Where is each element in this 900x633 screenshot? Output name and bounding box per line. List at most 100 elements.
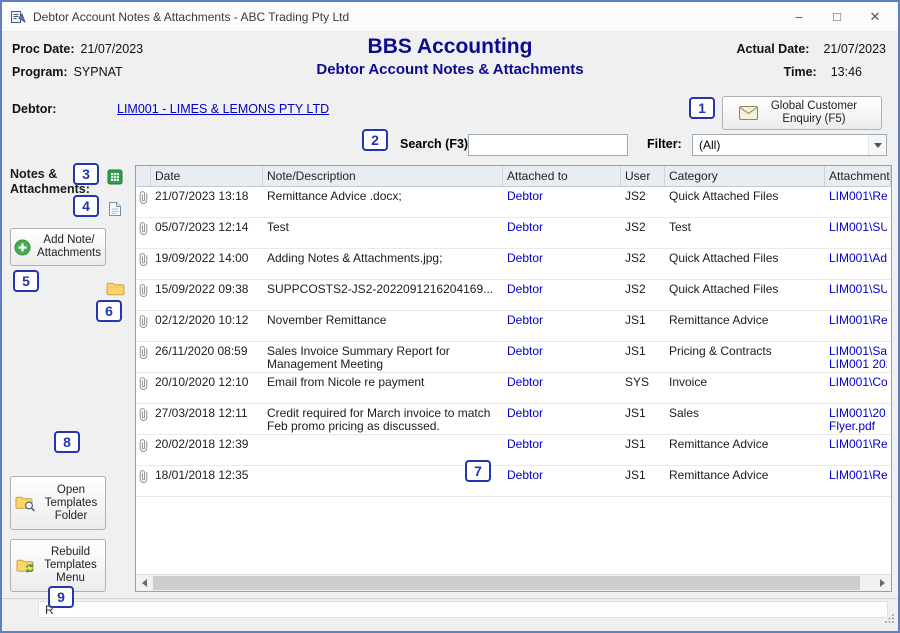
- annotation-6: 6: [96, 300, 122, 322]
- table-row[interactable]: 05/07/2023 12:14 Test Debtor JS2 Test LI…: [136, 218, 891, 249]
- add-note-button[interactable]: Add Note/ Attachments: [10, 228, 106, 266]
- debtor-link[interactable]: LIM001 - LIMES & LEMONS PTY LTD: [117, 102, 329, 116]
- attached-to-link[interactable]: Debtor: [507, 190, 617, 203]
- titlebar[interactable]: Debtor Account Notes & Attachments - ABC…: [2, 2, 898, 32]
- attached-to-link[interactable]: Debtor: [507, 345, 617, 358]
- proc-date-label: Proc Date:: [12, 42, 75, 56]
- attachment-link[interactable]: LIM001\Rem: [829, 314, 887, 327]
- table-row[interactable]: 15/09/2022 09:38 SUPPCOSTS2-JS2-20220912…: [136, 280, 891, 311]
- table-row[interactable]: 21/07/2023 13:18 Remittance Advice .docx…: [136, 187, 891, 218]
- quick-attach-folder-icon[interactable]: [106, 281, 125, 296]
- attachment-link[interactable]: LIM001\Rem: [829, 190, 887, 203]
- table-row[interactable]: 27/03/2018 12:11 Credit required for Mar…: [136, 404, 891, 435]
- rebuild-templates-label: Rebuild Templates Menu: [41, 546, 101, 585]
- column-header-category[interactable]: Category: [665, 166, 825, 186]
- spreadsheet-icon[interactable]: [107, 169, 123, 185]
- scrollbar-thumb[interactable]: [153, 576, 860, 590]
- table-row[interactable]: 02/12/2020 10:12 November Remittance Deb…: [136, 311, 891, 342]
- cell-user: JS1: [621, 404, 665, 434]
- attached-to-link[interactable]: Debtor: [507, 221, 617, 234]
- paperclip-icon: [138, 190, 149, 205]
- cell-date: 19/09/2022 14:00: [151, 249, 263, 279]
- cell-attachment: LIM001\Rem: [825, 187, 891, 217]
- cell-attachment: LIM001\Rem: [825, 311, 891, 341]
- table-row[interactable]: 20/02/2018 12:39 Debtor JS1 Remittance A…: [136, 435, 891, 466]
- cell-attachment: LIM001\SUP: [825, 218, 891, 248]
- paperclip-icon: [138, 438, 149, 453]
- cell-attachment: LIM001\Rem: [825, 466, 891, 496]
- attachment-link[interactable]: LIM001\SUP: [829, 221, 887, 234]
- program-value: SYPNAT: [74, 65, 123, 79]
- column-header-note[interactable]: Note/Description: [263, 166, 503, 186]
- column-header-date[interactable]: Date: [151, 166, 263, 186]
- close-button[interactable]: ✕: [856, 3, 894, 31]
- scroll-right-button[interactable]: [874, 575, 891, 591]
- filter-value: (All): [699, 138, 720, 152]
- cell-category: Remittance Advice: [665, 435, 825, 465]
- attached-to-link[interactable]: Debtor: [507, 314, 617, 327]
- column-header-attachment[interactable]: Attachment: [825, 166, 891, 186]
- actual-date: Actual Date:21/07/2023: [737, 42, 887, 56]
- maximize-button[interactable]: □: [818, 3, 856, 31]
- attached-to-link[interactable]: Debtor: [507, 252, 617, 265]
- folder-search-icon: [15, 495, 36, 512]
- table-row[interactable]: 19/09/2022 14:00 Adding Notes & Attachme…: [136, 249, 891, 280]
- cell-note: Email from Nicole re payment: [263, 373, 503, 403]
- cell-user: JS2: [621, 187, 665, 217]
- cell-category: Quick Attached Files: [665, 280, 825, 310]
- resize-grip[interactable]: [885, 610, 895, 628]
- attachment-link[interactable]: LIM001\Rem: [829, 469, 887, 482]
- attachment-link[interactable]: LIM001\Con: [829, 376, 887, 389]
- rebuild-templates-button[interactable]: Rebuild Templates Menu: [10, 539, 106, 592]
- cell-date: 20/10/2020 12:10: [151, 373, 263, 403]
- attachment-link[interactable]: LIM001\Sale: [829, 345, 887, 358]
- attachment-link[interactable]: LIM001\Rem: [829, 438, 887, 451]
- filter-dropdown[interactable]: (All): [692, 134, 887, 156]
- program-label: Program:: [12, 65, 68, 79]
- chevron-down-icon: [868, 135, 886, 155]
- table-row[interactable]: 26/11/2020 08:59 Sales Invoice Summary R…: [136, 342, 891, 373]
- statusbar: R: [2, 598, 898, 631]
- scroll-left-button[interactable]: [136, 575, 153, 591]
- table-row[interactable]: 18/01/2018 12:35 Debtor JS1 Remittance A…: [136, 466, 891, 497]
- attached-to-link[interactable]: Debtor: [507, 283, 617, 296]
- attachment-link[interactable]: Flyer.pdf: [829, 420, 887, 433]
- document-icon[interactable]: [108, 201, 122, 217]
- debtor-label: Debtor:: [12, 102, 56, 116]
- add-icon: [14, 239, 31, 256]
- minimize-button[interactable]: –: [780, 3, 818, 31]
- cell-date: 18/01/2018 12:35: [151, 466, 263, 496]
- column-header-user[interactable]: User: [621, 166, 665, 186]
- paperclip-icon: [138, 345, 149, 360]
- cell-category: Sales: [665, 404, 825, 434]
- attachment-link[interactable]: LIM001 202: [829, 358, 887, 371]
- cell-date: 15/09/2022 09:38: [151, 280, 263, 310]
- global-enquiry-label: Global Customer Enquiry (F5): [763, 100, 865, 126]
- attached-to-link[interactable]: Debtor: [507, 469, 617, 482]
- attachment-link[interactable]: LIM001\201: [829, 407, 887, 420]
- search-input[interactable]: [468, 134, 628, 156]
- proc-date-value: 21/07/2023: [81, 42, 144, 56]
- open-templates-button[interactable]: Open Templates Folder: [10, 476, 106, 530]
- global-enquiry-button[interactable]: Global Customer Enquiry (F5): [722, 96, 882, 130]
- filter-label: Filter:: [647, 137, 682, 151]
- cell-note: SUPPCOSTS2-JS2-2022091216204169...: [263, 280, 503, 310]
- time-label: Time:: [784, 65, 817, 79]
- attachment-link[interactable]: LIM001\SUP: [829, 283, 887, 296]
- attached-to-link[interactable]: Debtor: [507, 407, 617, 420]
- paperclip-icon: [138, 221, 149, 236]
- attached-to-link[interactable]: Debtor: [507, 376, 617, 389]
- cell-attachment: LIM001\SaleLIM001 202: [825, 342, 891, 372]
- table-row[interactable]: 20/10/2020 12:10 Email from Nicole re pa…: [136, 373, 891, 404]
- attached-to-link[interactable]: Debtor: [507, 438, 617, 451]
- open-templates-label: Open Templates Folder: [41, 484, 101, 523]
- cell-category: Pricing & Contracts: [665, 342, 825, 372]
- column-header-attached-to[interactable]: Attached to: [503, 166, 621, 186]
- window-title: Debtor Account Notes & Attachments - ABC…: [33, 10, 780, 24]
- horizontal-scrollbar[interactable]: [136, 574, 891, 591]
- sidebar: Notes & Attachments: Add Note/ Attachmen…: [8, 162, 134, 600]
- program: Program: SYPNAT: [12, 65, 123, 79]
- app-window: Debtor Account Notes & Attachments - ABC…: [0, 0, 900, 633]
- attachment-link[interactable]: LIM001\Add: [829, 252, 887, 265]
- column-header-attach-icon[interactable]: [136, 166, 151, 186]
